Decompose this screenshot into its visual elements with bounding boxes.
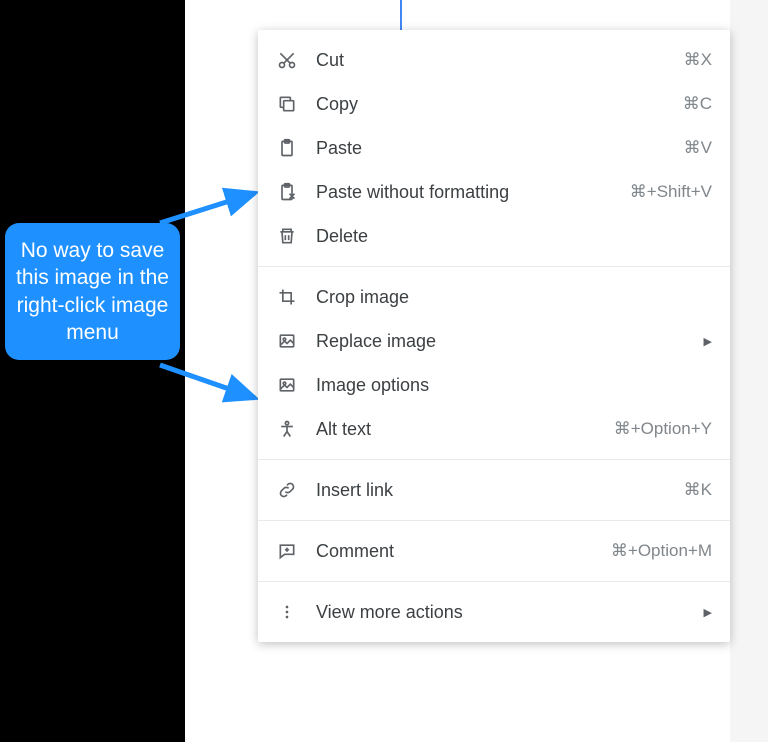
menu-item-crop-image[interactable]: Crop image <box>258 275 730 319</box>
menu-item-insert-link[interactable]: Insert link ⌘K <box>258 468 730 512</box>
menu-item-replace-image[interactable]: Replace image ▶ <box>258 319 730 363</box>
menu-shortcut: ⌘V <box>684 138 712 158</box>
more-vertical-icon <box>276 601 298 623</box>
menu-label: Paste <box>316 138 684 159</box>
annotation-callout-text: No way to save this image in the right-c… <box>16 239 169 344</box>
annotation-callout: No way to save this image in the right-c… <box>5 223 180 360</box>
image-icon <box>276 374 298 396</box>
menu-label: Crop image <box>316 287 712 308</box>
menu-shortcut: ⌘C <box>683 94 712 114</box>
menu-label: Paste without formatting <box>316 182 630 203</box>
paste-plain-icon <box>276 181 298 203</box>
delete-icon <box>276 225 298 247</box>
menu-item-paste-without-formatting[interactable]: Paste without formatting ⌘+Shift+V <box>258 170 730 214</box>
menu-separator <box>258 459 730 460</box>
image-icon <box>276 330 298 352</box>
menu-label: Insert link <box>316 480 684 501</box>
menu-item-cut[interactable]: Cut ⌘X <box>258 38 730 82</box>
copy-icon <box>276 93 298 115</box>
cut-icon <box>276 49 298 71</box>
menu-shortcut: ⌘K <box>684 480 712 500</box>
submenu-arrow-icon: ▶ <box>704 606 712 619</box>
crop-icon <box>276 286 298 308</box>
menu-item-delete[interactable]: Delete <box>258 214 730 258</box>
menu-item-alt-text[interactable]: Alt text ⌘+Option+Y <box>258 407 730 451</box>
menu-separator <box>258 581 730 582</box>
link-icon <box>276 479 298 501</box>
menu-label: Copy <box>316 94 683 115</box>
menu-label: Image options <box>316 375 712 396</box>
menu-item-view-more-actions[interactable]: View more actions ▶ <box>258 590 730 634</box>
menu-label: Comment <box>316 541 611 562</box>
menu-separator <box>258 266 730 267</box>
menu-separator <box>258 520 730 521</box>
menu-shortcut: ⌘X <box>684 50 712 70</box>
paste-icon <box>276 137 298 159</box>
text-cursor-indicator <box>400 0 402 30</box>
blurred-document-content <box>200 130 265 430</box>
menu-shortcut: ⌘+Option+M <box>611 541 712 561</box>
menu-item-copy[interactable]: Copy ⌘C <box>258 82 730 126</box>
comment-icon <box>276 540 298 562</box>
menu-item-comment[interactable]: Comment ⌘+Option+M <box>258 529 730 573</box>
sidebar-black-background <box>0 0 185 742</box>
menu-item-image-options[interactable]: Image options <box>258 363 730 407</box>
submenu-arrow-icon: ▶ <box>704 335 712 348</box>
menu-label: View more actions <box>316 602 696 623</box>
menu-label: Replace image <box>316 331 696 352</box>
menu-item-paste[interactable]: Paste ⌘V <box>258 126 730 170</box>
menu-label: Alt text <box>316 419 614 440</box>
menu-shortcut: ⌘+Shift+V <box>630 182 712 202</box>
menu-label: Cut <box>316 50 684 71</box>
menu-shortcut: ⌘+Option+Y <box>614 419 712 439</box>
accessibility-icon <box>276 418 298 440</box>
menu-label: Delete <box>316 226 712 247</box>
context-menu: Cut ⌘X Copy ⌘C Paste ⌘V Paste without fo… <box>258 30 730 642</box>
